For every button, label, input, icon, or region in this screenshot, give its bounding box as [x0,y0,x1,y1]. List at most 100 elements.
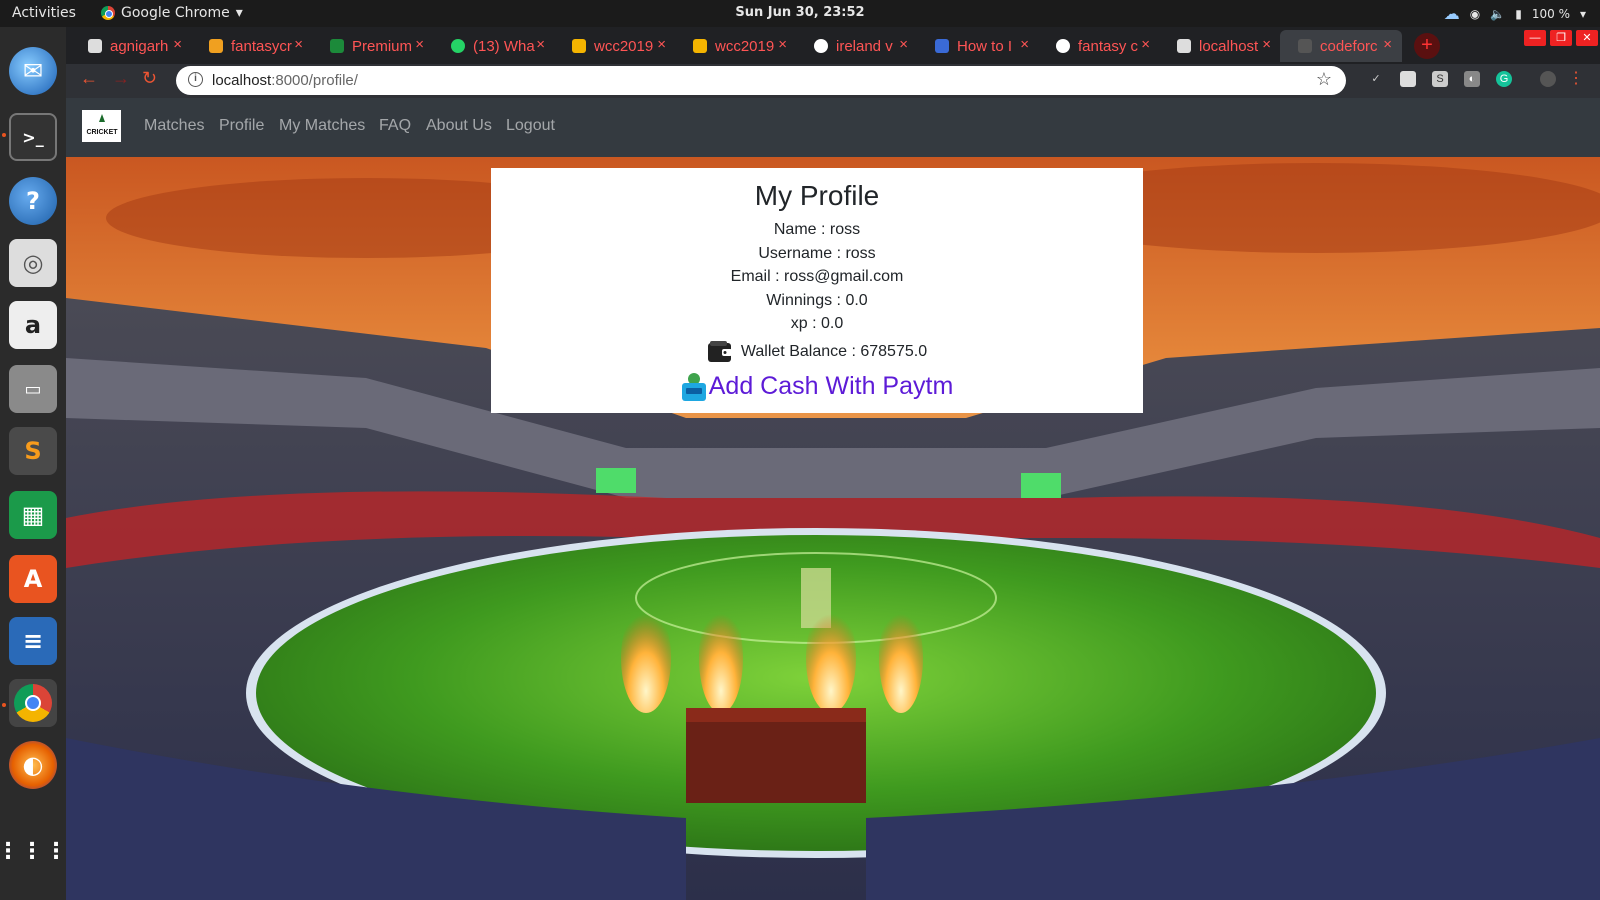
flame-icon [209,39,223,53]
browser-tab[interactable]: fantasycr × [191,30,313,62]
url-text[interactable]: localhost:8000/profile/ [212,72,358,89]
file-icon [88,39,102,53]
drive-icon [693,39,707,53]
volume-icon: 🔈 [1490,6,1506,21]
bookmark-star-icon[interactable]: ☆ [1316,69,1332,90]
nav-logout[interactable]: Logout [506,117,555,135]
minimize-button[interactable]: — [1524,30,1546,46]
tab-label: (13) Wha [473,37,535,55]
battery-percent: 100 % [1531,6,1570,21]
extension-icon[interactable] [1400,71,1416,87]
firefox-icon[interactable]: ◐ [9,741,57,789]
paytm-icon [681,372,706,401]
nav-about-us[interactable]: About Us [426,117,492,135]
browser-tab[interactable]: wcc2019 × [675,30,797,62]
chevron-down-icon: ▾ [1579,6,1586,21]
site-info-icon[interactable]: i [188,72,203,87]
speaker-icon[interactable]: ◎ [9,239,57,287]
profile-xp: xp : 0.0 [790,315,844,332]
nav-matches[interactable]: Matches [144,117,204,135]
close-window-button[interactable]: ✕ [1576,30,1598,46]
tab-label: wcc2019 [715,37,775,55]
tab-label: fantasycr [231,37,292,55]
tab-label: ireland v [836,37,893,55]
cricket-logo-icon: CRICKET [86,114,118,136]
browser-tab[interactable]: agnigarh × [70,30,192,62]
menu-dots-icon[interactable]: ⋮ [1568,71,1584,87]
site-navbar: CRICKET Matches Profile My Matches FAQ A… [66,98,1600,157]
tab-label: fantasy c [1078,37,1139,55]
shield-icon [330,39,344,53]
nav-faq[interactable]: FAQ [379,117,411,135]
maximize-button[interactable]: ❐ [1550,30,1572,46]
add-cash-paytm-link[interactable]: Add Cash With Paytm [709,372,954,401]
running-indicator [2,133,6,137]
drive-icon [572,39,586,53]
system-top-bar: Activities Google Chrome ▾ Sun Jun 30, 2… [0,0,1600,27]
tab-label: Premium [352,37,413,55]
whatsapp-icon [451,39,465,53]
bulb-extension-icon[interactable]: ◐ [1464,71,1480,87]
browser-tab[interactable]: localhost × [1159,30,1281,62]
check-extension-icon[interactable]: ✓ [1368,71,1384,87]
tab-close-icon[interactable]: × [1383,36,1392,53]
tab-label: localhost [1199,37,1259,55]
wifi-icon: ◉ [1469,6,1481,21]
reload-icon[interactable]: ↻ [142,68,157,89]
weather-icon: ☁ [1443,4,1460,23]
profile-card: My Profile Name : ross Username : ross E… [491,168,1143,413]
software-center-icon[interactable]: A [9,555,57,603]
profile-email: Email : ross@gmail.com [730,268,904,285]
tab-label: wcc2019 [594,37,654,55]
s-extension-icon[interactable]: S [1432,71,1448,87]
browser-tab[interactable]: codeforc × [1280,30,1402,62]
tab-close-icon[interactable]: × [1141,36,1150,53]
writer-icon[interactable]: ≡ [9,617,57,665]
browser-tab[interactable]: Premium × [312,30,434,62]
spreadsheet-icon[interactable]: ▦ [9,491,57,539]
tab-strip: agnigarh × fantasycr × Premium × (13) Wha × wcc2… [66,27,1600,64]
chrome-dock-icon[interactable] [9,679,57,727]
page-title: My Profile [754,180,880,211]
browser-tab[interactable]: wcc2019 × [554,30,676,62]
browser-tab[interactable]: How to I × [917,30,1039,62]
back-icon[interactable]: ← [80,68,98,89]
avatar[interactable] [1540,71,1556,87]
address-bar[interactable]: i localhost:8000/profile/ ☆ [176,66,1346,95]
amazon-icon[interactable]: a [9,301,57,349]
thunderbird-icon[interactable]: ✉ [9,47,57,95]
tab-close-icon[interactable]: × [173,36,182,53]
show-apps-icon[interactable]: ⋮⋮⋮ [0,827,67,875]
tab-close-icon[interactable]: × [1020,36,1029,53]
github-icon [1298,39,1312,53]
files-icon[interactable]: ▭ [9,365,57,413]
tab-close-icon[interactable]: × [1262,36,1271,53]
tab-close-icon[interactable]: × [294,36,303,53]
google-icon [814,39,828,53]
tab-close-icon[interactable]: × [657,36,666,53]
nav-profile[interactable]: Profile [219,117,264,135]
nav-my-matches[interactable]: My Matches [279,117,365,135]
terminal-icon[interactable]: >_ [9,113,57,161]
grid-icon [935,39,949,53]
browser-tab[interactable]: (13) Wha × [433,30,555,62]
tab-close-icon[interactable]: × [536,36,545,53]
tab-close-icon[interactable]: × [415,36,424,53]
site-logo[interactable]: CRICKET [82,110,121,142]
tab-label: codeforc [1320,37,1378,55]
new-tab-button[interactable]: + [1414,33,1440,59]
grammarly-icon[interactable]: G [1496,71,1512,87]
clock[interactable]: Sun Jun 30, 23:52 [0,5,1600,20]
profile-winnings: Winnings : 0.0 [766,291,868,309]
file-icon [1177,39,1191,53]
browser-tab[interactable]: ireland v × [796,30,918,62]
tab-close-icon[interactable]: × [899,36,908,53]
help-icon[interactable]: ? [9,177,57,225]
browser-tab[interactable]: fantasy c × [1038,30,1160,62]
tab-close-icon[interactable]: × [778,36,787,53]
sublime-text-icon[interactable]: S [9,427,57,475]
web-page: CRICKET Matches Profile My Matches FAQ A… [66,98,1600,900]
profile-username: Username : ross [758,244,876,262]
system-status-area[interactable]: ☁ ◉ 🔈 ▮ 100 % ▾ [1444,4,1586,23]
forward-icon[interactable]: → [112,68,130,89]
